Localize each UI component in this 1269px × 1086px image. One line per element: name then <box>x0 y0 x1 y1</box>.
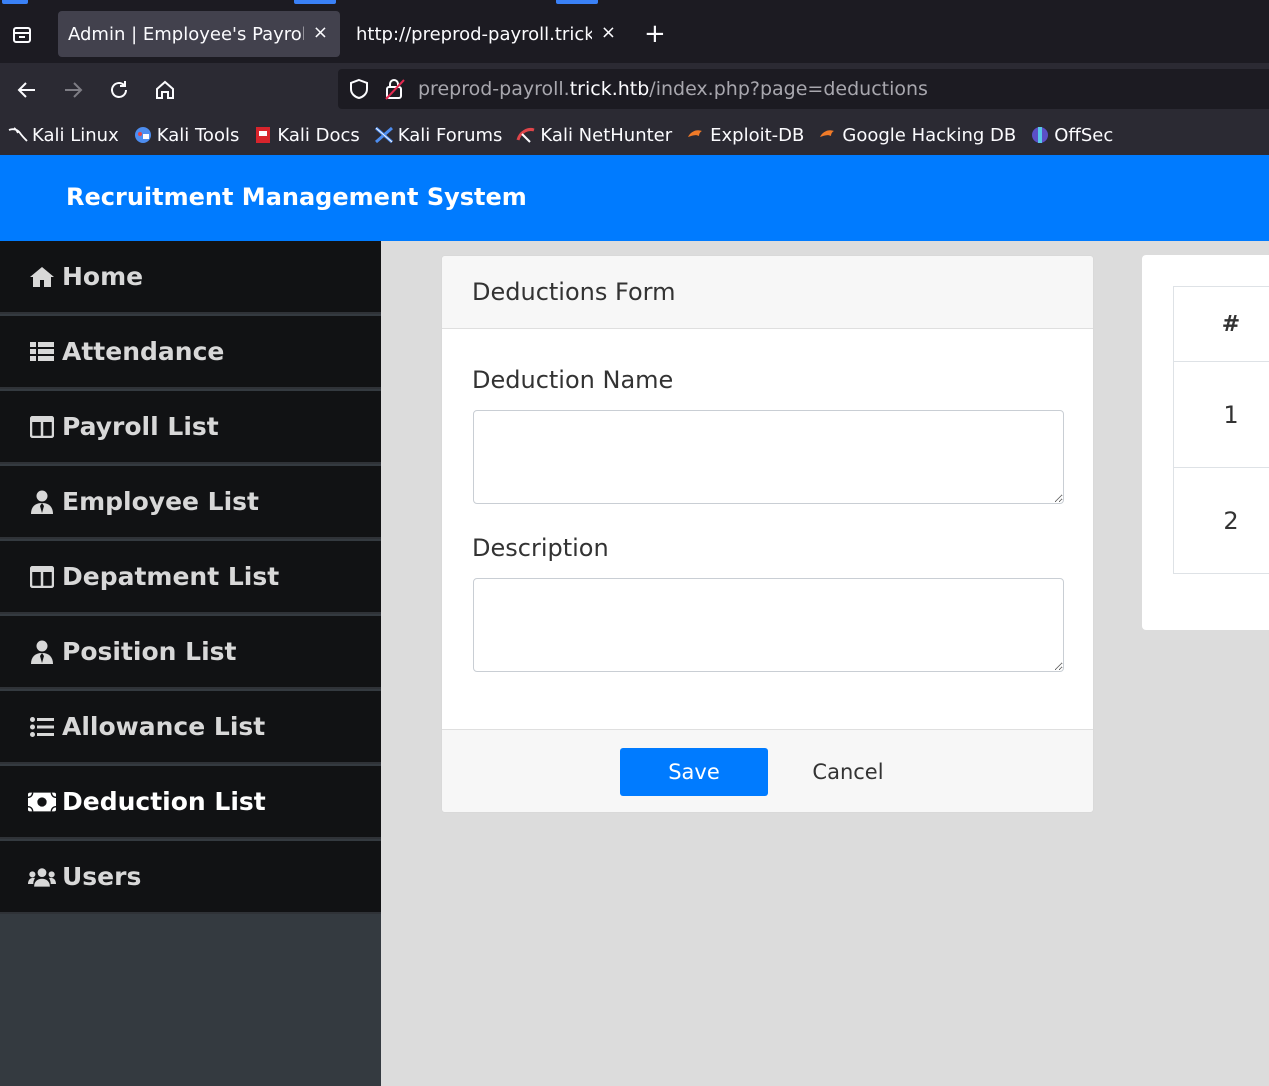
browser-tab-url[interactable]: http://preprod-payroll.trick.htb/index.p… <box>346 11 628 57</box>
url-domain: trick.htb <box>569 78 650 100</box>
bookmark-label: Kali Docs <box>277 124 360 146</box>
app-title: Recruitment Management System <box>66 183 527 211</box>
table-row: 2 <box>1173 467 1269 574</box>
sidebar-item-label: Depatment List <box>62 562 280 591</box>
description-field[interactable] <box>473 578 1064 672</box>
app-header: Recruitment Management System <box>0 155 1269 241</box>
sidebar-item-label: Deduction List <box>62 787 266 816</box>
kali-forums-icon <box>374 125 394 145</box>
deduction-name-label: Deduction Name <box>472 366 674 394</box>
bookmark-kali-forums[interactable]: Kali Forums <box>374 124 503 146</box>
money-bill-icon <box>28 788 56 816</box>
exploit-db-icon <box>686 125 706 145</box>
close-icon[interactable]: × <box>601 22 616 43</box>
browser-nav-bar: preprod-payroll.trick.htb/index.php?page… <box>0 63 1269 115</box>
users-icon <box>28 863 56 891</box>
card-footer: Save Cancel <box>442 729 1093 812</box>
tab-list-icon[interactable] <box>8 22 36 48</box>
sidebar-item-deduction-list[interactable]: Deduction List <box>0 766 381 839</box>
list-icon <box>28 713 56 741</box>
kali-tools-icon <box>133 125 153 145</box>
user-tie-icon <box>28 638 56 666</box>
address-bar[interactable]: preprod-payroll.trick.htb/index.php?page… <box>338 69 1269 109</box>
reload-icon[interactable] <box>104 75 134 105</box>
table-list-icon <box>28 338 56 366</box>
tab-accent <box>2 0 28 4</box>
bookmark-google-hacking-db[interactable]: Google Hacking DB <box>818 125 1016 146</box>
table-row: 1 <box>1173 361 1269 468</box>
deductions-form-card: Deductions Form Deduction Name Descripti… <box>441 255 1094 813</box>
close-icon[interactable]: × <box>313 22 328 43</box>
form-title: Deductions Form <box>472 278 676 306</box>
save-button[interactable]: Save <box>620 748 768 796</box>
offsec-icon <box>1030 125 1050 145</box>
home-icon[interactable] <box>150 75 180 105</box>
bookmark-label: Kali Tools <box>156 124 240 146</box>
bookmark-label: OffSec <box>1054 124 1114 146</box>
bookmark-label: Kali Forums <box>397 124 503 146</box>
bookmarks-bar: Kali Linux Kali Tools Kali Docs Kali For… <box>0 115 1269 155</box>
deduction-name-field[interactable] <box>473 410 1064 504</box>
sidebar-item-label: Position List <box>62 637 237 666</box>
sidebar-item-attendance[interactable]: Attendance <box>0 316 381 389</box>
sidebar-item-allowance-list[interactable]: Allowance List <box>0 691 381 764</box>
columns-icon <box>28 563 56 591</box>
deductions-table: # 1 2 <box>1173 286 1269 574</box>
forward-arrow-icon[interactable] <box>58 75 88 105</box>
tab-accent <box>294 0 336 4</box>
column-header-number: # <box>1173 286 1269 362</box>
url-text: preprod-payroll.trick.htb/index.php?page… <box>418 78 928 100</box>
sidebar-item-label: Home <box>62 262 144 291</box>
tab-title: http://preprod-payroll.trick.htb/index.p… <box>356 23 592 45</box>
sidebar: Home Attendance Payroll List Employee Li… <box>0 241 381 1086</box>
sidebar-item-employee-list[interactable]: Employee List <box>0 466 381 539</box>
tab-title: Admin | Employee's Payroll Management Sy… <box>68 23 304 45</box>
kali-docs-icon <box>253 125 273 145</box>
bookmark-kali-docs[interactable]: Kali Docs <box>253 124 360 146</box>
browser-tab-admin[interactable]: Admin | Employee's Payroll Management Sy… <box>58 11 340 57</box>
bookmark-label: Kali Linux <box>32 124 119 146</box>
row-number: 1 <box>1173 361 1269 468</box>
row-number: 2 <box>1173 467 1269 574</box>
sidebar-item-label: Payroll List <box>62 412 219 441</box>
bookmark-kali-tools[interactable]: Kali Tools <box>133 124 240 146</box>
bookmark-kali-nethunter[interactable]: Kali NetHunter <box>516 125 672 146</box>
sidebar-item-label: Users <box>62 862 142 891</box>
url-prefix: preprod-payroll. <box>418 78 570 100</box>
back-arrow-icon[interactable] <box>12 75 42 105</box>
cancel-button[interactable]: Cancel <box>786 748 910 796</box>
description-label: Description <box>472 534 609 562</box>
sidebar-item-label: Employee List <box>62 487 260 516</box>
user-tie-icon <box>28 488 56 516</box>
sidebar-item-home[interactable]: Home <box>0 241 381 314</box>
bookmark-label: Exploit-DB <box>710 124 805 146</box>
tab-accent <box>556 0 598 4</box>
kali-dragon-icon <box>8 125 28 145</box>
card-header: Deductions Form <box>442 256 1093 329</box>
table-header-row: # <box>1173 286 1269 362</box>
sidebar-item-payroll-list[interactable]: Payroll List <box>0 391 381 464</box>
bookmark-offsec[interactable]: OffSec <box>1030 125 1113 146</box>
sidebar-item-label: Allowance List <box>62 712 266 741</box>
home-icon <box>28 263 56 291</box>
sidebar-item-label: Attendance <box>62 337 225 366</box>
shield-icon[interactable] <box>348 78 370 104</box>
insecure-lock-icon[interactable] <box>384 77 406 105</box>
browser-tab-bar: Admin | Employee's Payroll Management Sy… <box>0 0 1269 63</box>
sidebar-item-position-list[interactable]: Position List <box>0 616 381 689</box>
ghdb-icon <box>818 125 838 145</box>
sidebar-item-department-list[interactable]: Depatment List <box>0 541 381 614</box>
nethunter-icon <box>516 125 536 145</box>
sidebar-item-users[interactable]: Users <box>0 841 381 914</box>
bookmark-label: Google Hacking DB <box>842 124 1017 146</box>
url-path: /index.php?page=deductions <box>649 78 928 100</box>
bookmark-kali-linux[interactable]: Kali Linux <box>8 125 119 146</box>
bookmark-label: Kali NetHunter <box>540 124 673 146</box>
columns-icon <box>28 413 56 441</box>
deductions-table-card: # 1 2 <box>1142 255 1269 630</box>
new-tab-button[interactable]: + <box>644 20 666 48</box>
bookmark-exploit-db[interactable]: Exploit-DB <box>686 125 804 146</box>
